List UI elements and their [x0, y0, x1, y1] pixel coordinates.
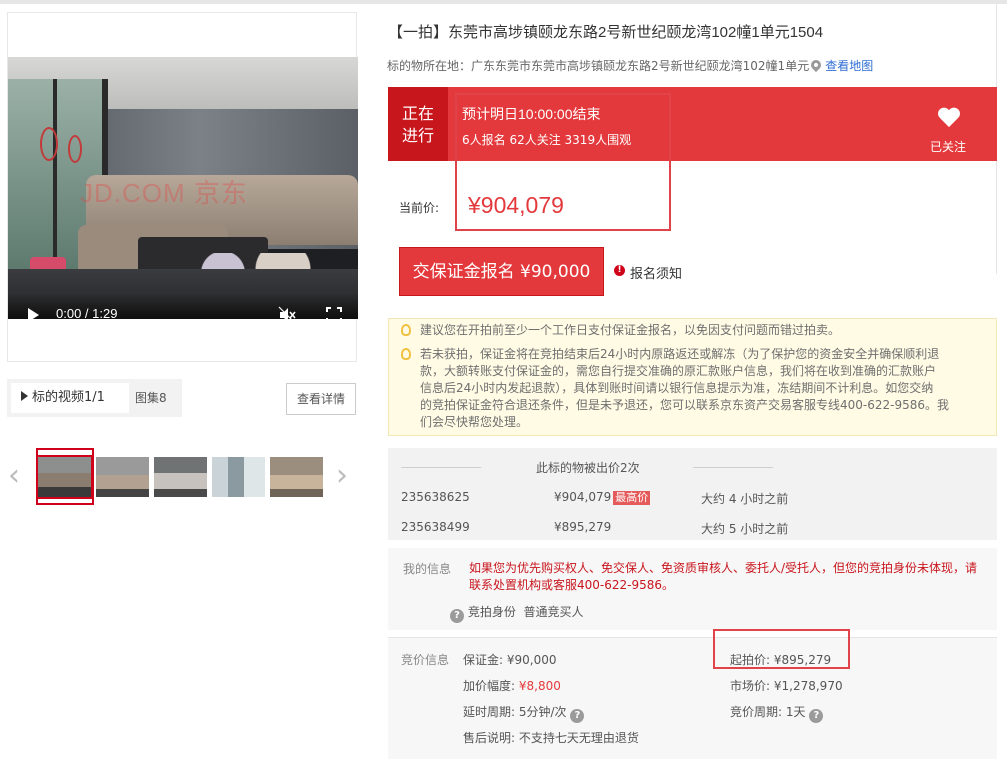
chevron-right-icon[interactable]: ›: [336, 461, 352, 491]
bid-history: 此标的物被出价2次 235638625 ¥904,079 最高价 大约 4 小时之…: [388, 448, 997, 540]
tip-text: 信息后24小时内发起退款），具体到账时间请以银行信息提示为准，冻结期间不计利息。…: [420, 381, 934, 395]
bid-info-section: 竞价信息 保证金: ¥90,000 加价幅度: ¥8,800 延时周期: 5分钟…: [388, 637, 997, 759]
selected-thumbnail-highlight: [36, 448, 94, 505]
map-pin-icon: [809, 57, 824, 73]
my-info-warning: 如果您为优先购买权人、免交保人、免资质审核人、委托人/受托人，但您的竞拍身份未体…: [469, 561, 978, 592]
mute-icon[interactable]: [278, 306, 296, 319]
bid-cycle-info: 竞价周期: 1天 ?: [730, 703, 824, 723]
location-address: 广东东莞市东莞市高埗镇颐龙东路2号新世纪颐龙湾102幢1单元: [471, 59, 810, 73]
pay-deposit-button[interactable]: 交保证金报名 ¥90,000: [399, 247, 604, 296]
market-price-info: 市场价: ¥1,278,970: [730, 679, 843, 693]
my-info-section: 我的信息 如果您为优先购买权人、免交保人、免资质审核人、委托人/受托人，但您的竞…: [388, 548, 997, 630]
heart-icon[interactable]: [938, 108, 960, 128]
bulb-icon: [401, 348, 411, 360]
tip-text: 的竞拍保证金符合退还条件，但是未予退还，您可以联系京东资产交易客服专线400-6…: [420, 398, 950, 412]
tip-text: 款，大额转账支付保证金的，需您自行提交准确的原汇款账户信息，我们将在收到准确的汇…: [420, 364, 937, 378]
highlight-frame: [713, 629, 850, 669]
registration-notice-link[interactable]: 报名须知: [630, 263, 682, 282]
thumbnail[interactable]: [154, 457, 207, 497]
bid-row: 235638499 ¥895,279 大约 5 小时之前: [388, 520, 997, 540]
current-price-label: 当前价:: [399, 201, 440, 215]
follow-status[interactable]: 已关注: [930, 138, 966, 155]
location: 标的物所在地：广东东莞市东莞市高埗镇颐龙东路2号新世纪颐龙湾102幢1单元 查看地…: [387, 57, 873, 74]
bid-price: ¥895,279: [554, 520, 612, 534]
identity-value: 普通竞买人: [523, 605, 584, 619]
tips-box: 建议您在开拍前至少一个工作日支付保证金报名，以免因支付问题而错过拍卖。 若未获拍…: [388, 318, 997, 436]
jd-watermark: JD.COM 京东: [80, 178, 248, 208]
video-time: 0:00 / 1:29: [56, 306, 118, 319]
bid-info-label: 竞价信息: [401, 653, 450, 667]
tip-text: 建议您在开拍前至少一个工作日支付保证金报名，以免因支付问题而错过拍卖。: [420, 323, 841, 337]
thumbnail[interactable]: [96, 457, 149, 497]
view-map-link[interactable]: 查看地图: [825, 59, 873, 73]
bid-time: 大约 5 小时之前: [701, 522, 789, 536]
media-tabs: 标的视频1/1 图集8: [7, 379, 182, 417]
delay-info: 延时周期: 5分钟/次 ?: [463, 703, 585, 723]
video-frame[interactable]: JD.COM 京东 0:00 / 1:29: [8, 57, 358, 319]
video-player[interactable]: JD.COM 京东 0:00 / 1:29: [7, 12, 358, 362]
divider: [401, 467, 481, 468]
tip-text: 们会尽快帮您处理。: [420, 415, 529, 429]
after-sale-info: 售后说明: 不支持七天无理由退货: [463, 731, 639, 745]
play-icon[interactable]: [28, 308, 39, 319]
thumbnail[interactable]: [270, 457, 323, 497]
video-controls: 0:00 / 1:29: [8, 303, 358, 319]
play-icon: [21, 391, 28, 401]
fullscreen-icon[interactable]: [326, 307, 342, 319]
location-label: 标的物所在地：: [387, 59, 472, 73]
alert-icon: !: [614, 265, 625, 276]
status-badge: 正在 进行: [388, 87, 448, 161]
page-title: 【一拍】东莞市高埗镇颐龙东路2号新世纪颐龙湾102幢1单元1504: [388, 24, 824, 41]
divider: [693, 467, 773, 468]
my-info-label: 我的信息: [403, 562, 452, 576]
tab-video[interactable]: 标的视频1/1: [11, 383, 129, 413]
bid-history-header: 此标的物被出价2次: [536, 461, 640, 475]
bid-price: ¥904,079 最高价: [554, 490, 651, 505]
bidder-id: 235638499: [401, 520, 470, 534]
bidder-identity: ? 竞拍身份 普通竞买人: [450, 603, 584, 623]
tab-album[interactable]: 图集8: [135, 383, 167, 413]
highlight-frame: [455, 93, 671, 231]
bid-row: 235638625 ¥904,079 最高价 大约 4 小时之前: [388, 490, 997, 510]
deposit-info: 保证金: ¥90,000: [463, 653, 557, 667]
chevron-left-icon[interactable]: ‹: [8, 461, 24, 491]
bid-time: 大约 4 小时之前: [701, 492, 789, 506]
highest-bid-badge: 最高价: [613, 491, 651, 505]
view-details-button[interactable]: 查看详情: [286, 383, 356, 415]
help-icon[interactable]: ?: [570, 709, 585, 723]
help-icon[interactable]: ?: [450, 609, 464, 623]
bidder-id: 235638625: [401, 490, 470, 504]
increment-info: 加价幅度: ¥8,800: [463, 679, 561, 693]
bulb-icon: [401, 324, 411, 336]
thumbnail[interactable]: [212, 457, 265, 497]
tip-text: 若未获拍，保证金将在竞拍结束后24小时内原路返还或解冻（为了保护您的资金安全并确…: [420, 347, 940, 361]
help-icon[interactable]: ?: [809, 709, 824, 723]
